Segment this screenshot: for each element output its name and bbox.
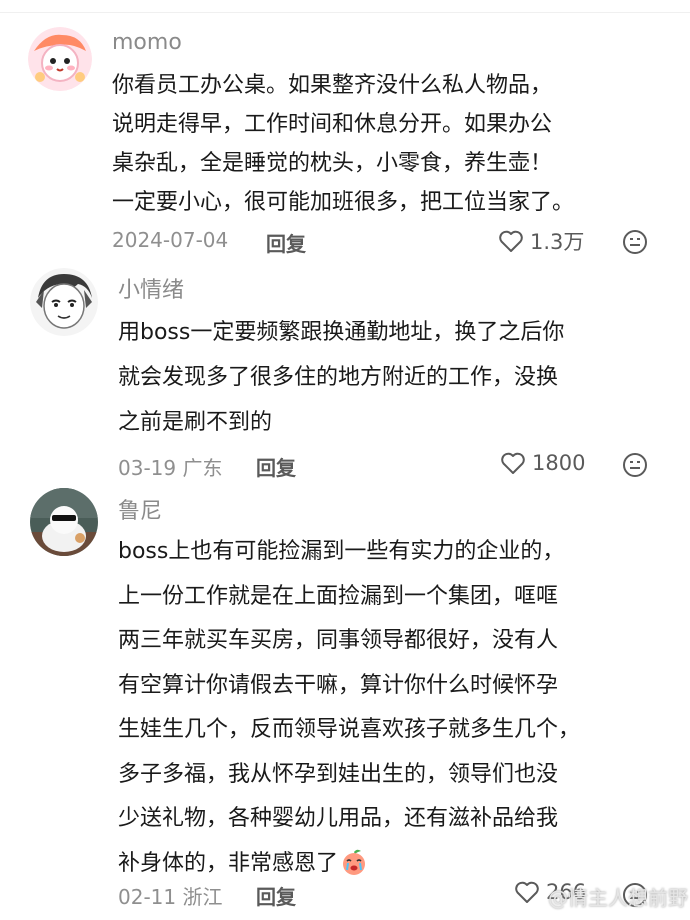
comment-date: 02-11 浙江	[118, 885, 223, 909]
comment-line-text: 补身体的，非常感恩了	[118, 850, 339, 876]
dislike-face-icon[interactable]	[622, 229, 648, 255]
comment-line: 用boss一定要频繁跟换通勤地址，换了之后你	[118, 320, 565, 345]
avatar[interactable]	[30, 488, 98, 556]
comment-date: 03-19 广东	[118, 456, 223, 480]
reply-button[interactable]: 回复	[256, 881, 296, 910]
comment-line: 桌杂乱，全是睡觉的枕头，小零食，养生壶！	[112, 151, 553, 176]
top-divider	[0, 0, 690, 13]
heart-outline-icon	[499, 230, 523, 252]
crying-peach-emoji	[343, 849, 366, 875]
like-count: 1.3万	[530, 230, 585, 254]
comment-line: boss上也有可能捡漏到一些有实力的企业的，	[118, 539, 565, 564]
comment-line: 生娃生几个，反而领导说喜欢孩子就多生几个，	[118, 717, 581, 742]
avatar[interactable]	[30, 268, 98, 336]
comment-username[interactable]: 鲁尼	[118, 493, 162, 525]
watermark: @情主人想前野	[548, 886, 688, 910]
comment-line: 少送礼物，各种婴幼儿用品，还有滋补品给我	[118, 806, 559, 831]
dislike-face-icon[interactable]	[622, 452, 648, 478]
like-button[interactable]: 1800	[500, 451, 585, 475]
comment-line: 一定要小心，很可能加班很多，把工位当家了。	[112, 190, 575, 215]
comment-line: 说明走得早，工作时间和休息分开。如果办公	[112, 112, 553, 137]
comment-date: 2024-07-04	[112, 228, 229, 252]
reply-button[interactable]: 回复	[256, 452, 296, 481]
comment-username[interactable]: momo	[112, 30, 182, 55]
comment-line: 多子多福，我从怀孕到娃出生的，领导们也没	[118, 761, 559, 787]
avatar[interactable]	[28, 27, 92, 91]
comment-body: 你看员工办公桌。如果整齐没什么私人物品， 说明走得早，工作时间和休息分开。如果办…	[112, 66, 672, 222]
comment-line: 补身体的，非常感恩了	[118, 842, 678, 887]
comment-line: 你看员工办公桌。如果整齐没什么私人物品，	[112, 73, 553, 98]
heart-outline-icon	[501, 452, 525, 474]
like-count: 1800	[532, 451, 586, 475]
reply-button[interactable]: 回复	[266, 228, 306, 257]
heart-outline-icon	[515, 881, 539, 903]
comment-line: 有空算计你请假去干嘛，算计你什么时候怀孕	[118, 672, 559, 698]
comment-line: 上一份工作就是在上面捡漏到一个集团，哐哐	[118, 583, 559, 609]
comment-username[interactable]: 小情绪	[118, 272, 184, 304]
comment-line: 两三年就买车买房，同事领导都很好，没有人	[118, 628, 559, 653]
comment-line: 就会发现多了很多住的地方附近的工作，没换	[118, 365, 559, 390]
comment-body: boss上也有可能捡漏到一些有实力的企业的， 上一份工作就是在上面捡漏到一个集团…	[118, 530, 678, 886]
comment-line: 之前是刷不到的	[118, 410, 273, 435]
comment-body: 用boss一定要频繁跟换通勤地址，换了之后你 就会发现多了很多住的地方附近的工作…	[118, 310, 678, 445]
like-button[interactable]: 1.3万	[498, 226, 584, 256]
